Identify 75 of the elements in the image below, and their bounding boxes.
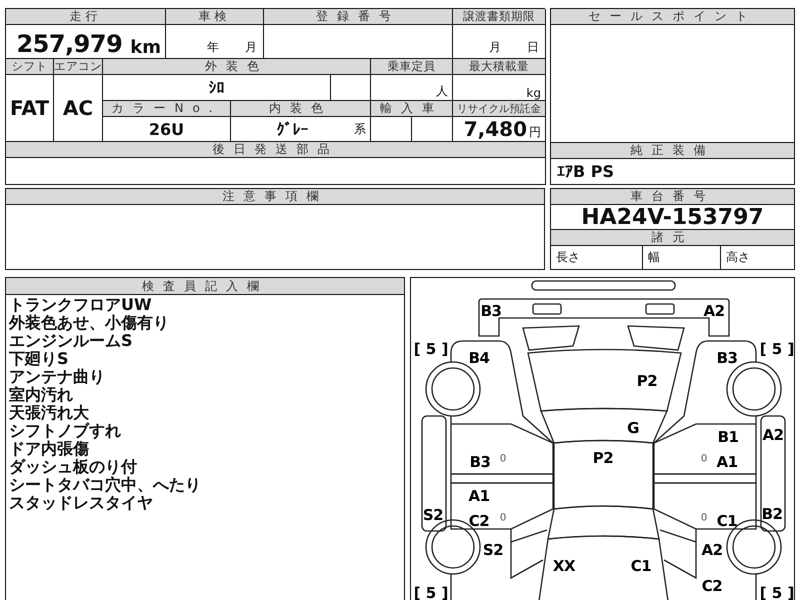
- header-cell: 車台番号: [551, 189, 795, 205]
- month-unit: 月: [489, 39, 501, 56]
- header-cell: 譲渡書類期限: [453, 9, 546, 25]
- header-cell: 諸元: [551, 230, 795, 246]
- header-cell: 後日発送部品: [6, 142, 546, 158]
- damage-code: S2: [422, 506, 444, 524]
- header-cell: 車検: [166, 9, 264, 25]
- header-cell: 注意事項欄: [6, 189, 545, 205]
- damage-code: P2: [636, 372, 658, 390]
- damage-code: B3: [716, 349, 738, 367]
- damage-code: A2: [703, 302, 725, 320]
- color-suffix: 系: [354, 120, 366, 138]
- day-unit: 日: [527, 39, 539, 56]
- header-cell: 輸入車: [371, 101, 453, 117]
- inspection-note: アンテナ曲り: [9, 368, 106, 386]
- damage-code: A1: [716, 453, 738, 471]
- inspection-note: スタッドレスタイヤ: [9, 494, 154, 512]
- header-cell: 乗車定員: [371, 59, 453, 75]
- month-unit: 月: [245, 39, 257, 56]
- damage-code: B3: [470, 453, 490, 471]
- door-mark: 0: [700, 512, 708, 524]
- damage-code: B2: [762, 505, 782, 523]
- tread-depth-mark: [ 5 ]: [760, 584, 794, 600]
- inspection-note: 外装色あせ、小傷有り: [9, 314, 170, 332]
- tread-depth-mark: [ 5 ]: [414, 340, 448, 358]
- damage-code: B1: [718, 428, 738, 446]
- damage-code: C2: [702, 577, 722, 595]
- damage-code: B3: [480, 302, 502, 320]
- damage-code: C2: [468, 512, 490, 530]
- table-cell: 幅: [643, 246, 721, 270]
- damage-code: A2: [701, 541, 723, 559]
- inspection-note: ドア内張傷: [9, 440, 89, 458]
- header-cell: 最大積載量: [453, 59, 546, 75]
- interior-color-value: ｸﾞﾚｰ: [276, 120, 308, 138]
- header-cell: シフト: [6, 59, 54, 75]
- table-cell: 長さ: [551, 246, 643, 270]
- tread-depth-mark: [ 5 ]: [414, 584, 448, 600]
- inspection-note: 天張汚れ大: [9, 404, 90, 422]
- table-cell: ｴｱB PS: [551, 159, 795, 185]
- inspection-note: 下廻りS: [9, 350, 70, 368]
- damage-code: A2: [762, 426, 784, 444]
- header-cell: 登録番号: [264, 9, 453, 25]
- inspection-note: トランクフロアUW: [9, 296, 153, 314]
- door-mark: 0: [500, 512, 506, 524]
- inspection-note: シートタバコ穴中、へたり: [9, 476, 202, 494]
- damage-code: S2: [482, 541, 504, 559]
- inspection-note: シフトノブすれ: [9, 422, 122, 440]
- header-cell: 外装色: [103, 59, 371, 75]
- damage-code: G: [627, 419, 639, 437]
- header-cell: 純正装備: [551, 143, 795, 159]
- header-cell: リサイクル預託金: [453, 101, 546, 117]
- inspection-note: ダッシュ板のり付: [9, 458, 138, 476]
- damage-code: C1: [630, 557, 652, 575]
- recycle-fee-value: 7,480: [464, 117, 527, 141]
- table-cell: 高さ: [721, 246, 795, 270]
- mileage-unit: km: [130, 37, 161, 58]
- mileage-value: 257,979: [16, 30, 122, 58]
- currency-unit: 円: [529, 124, 541, 141]
- door-mark: 0: [500, 454, 506, 464]
- inspection-note: 室内汚れ: [9, 386, 74, 404]
- header-cell: 内装色: [231, 101, 371, 117]
- year-unit: 年: [207, 39, 219, 56]
- header-cell: カラーNo.: [103, 101, 231, 117]
- damage-code: XX: [552, 557, 576, 575]
- damage-code: C1: [716, 512, 738, 530]
- header-cell: 検査員記入欄: [6, 278, 404, 295]
- inspection-note: エンジンルームS: [9, 332, 134, 350]
- header-cell: エアコン: [54, 59, 103, 75]
- damage-code: P2: [592, 449, 614, 467]
- damage-code: A1: [468, 487, 490, 505]
- header-cell: 走行: [6, 9, 166, 25]
- header-cell: セールスポイント: [551, 9, 795, 25]
- door-mark: 0: [700, 454, 708, 464]
- tread-depth-mark: [ 5 ]: [760, 340, 794, 358]
- damage-code: B4: [468, 349, 490, 367]
